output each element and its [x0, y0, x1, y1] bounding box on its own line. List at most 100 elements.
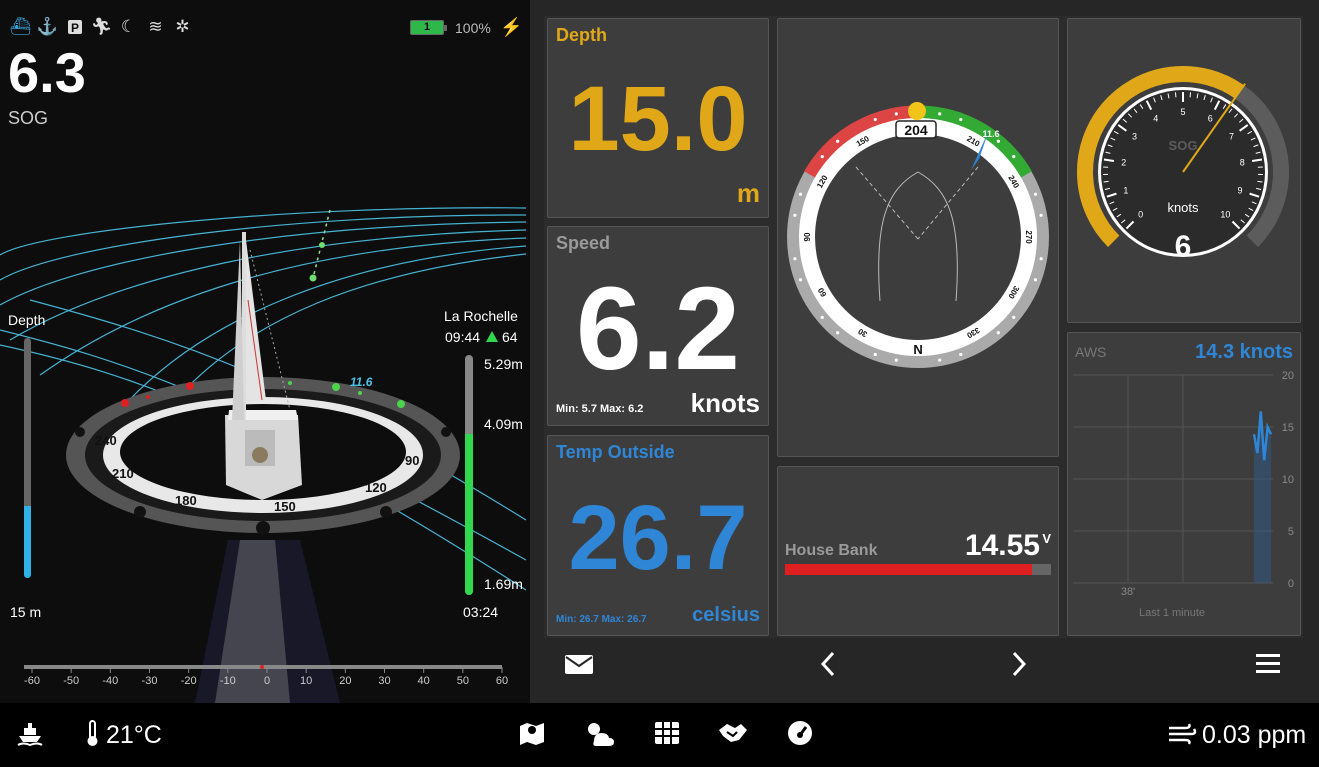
sog-gauge-widget[interactable]: 0 1 2 3 4 5 6 7 8 9 10 SOG knots 6 — [1067, 18, 1301, 323]
boat-view-button[interactable] — [14, 717, 46, 749]
dashboard-button[interactable] — [784, 717, 816, 749]
gauge-tick-label: 9 — [1238, 186, 1243, 196]
house-bank-unit: V — [1042, 531, 1051, 546]
mail-button[interactable] — [562, 648, 596, 680]
ruler-label: -20 — [181, 675, 197, 687]
next-button[interactable] — [1002, 648, 1036, 680]
gauge-minor-tick — [1103, 180, 1109, 183]
depth-widget-unit: m — [736, 178, 760, 208]
depth-bar-fill — [24, 506, 31, 578]
grid-icon — [655, 722, 679, 744]
man-overboard-icon[interactable]: 🏃︎ — [91, 16, 113, 37]
svg-text:P: P — [71, 21, 79, 35]
ship-icon[interactable]: ⛴ — [10, 16, 32, 37]
dashboard: Depth 15.0 m Speed 6.2 Min: 5.7 Max: 6.2… — [530, 0, 1319, 703]
menu-button[interactable] — [1251, 648, 1285, 680]
compass-tick-dot — [836, 139, 840, 143]
speed-widget-minmax: Min: 5.7 Max: 6.2 — [556, 403, 644, 415]
previous-button[interactable] — [811, 648, 845, 680]
battery-indicator: 1 — [410, 20, 447, 35]
tide-bar-fill — [465, 434, 473, 595]
grid-button[interactable] — [651, 717, 683, 749]
weather-icon — [588, 723, 614, 746]
handshake-icon — [719, 724, 747, 742]
svg-text:90: 90 — [405, 453, 419, 468]
satellite-icon[interactable]: ✲ — [172, 16, 193, 37]
aws-footer: Last 1 minute — [1139, 607, 1205, 619]
aws-chart: AWS 14.3 knots 20 15 10 5 0 38' Last 1 minut… — [1073, 341, 1294, 619]
tide-bar — [465, 355, 473, 595]
house-bank-bar — [785, 564, 1051, 575]
boat-3d-view[interactable]: 180 150 210 120 240 90 11.6 -60 -50 -40 -30 -20-… — [0, 0, 530, 703]
compass-tick-dot — [1012, 155, 1016, 159]
ruler-label: 0 — [264, 675, 270, 687]
gauge-minor-tick — [1257, 180, 1263, 183]
weather-button[interactable] — [584, 717, 616, 749]
map-button[interactable] — [516, 717, 548, 749]
moon-icon[interactable]: ☾ — [118, 16, 139, 37]
status-icons: ⛴ ⚓ P 🏃︎ ☾ ≋ ✲ — [10, 16, 193, 37]
sog-gauge: 0 1 2 3 4 5 6 7 8 9 10 SOG knots 6 — [1077, 66, 1289, 263]
tide-rising-icon — [486, 331, 498, 342]
compass-tick-dot — [793, 257, 797, 261]
compass-tick-dot — [793, 213, 797, 217]
compass-tick-dot — [873, 352, 877, 357]
aws-value: 14.3 knots — [1195, 341, 1293, 363]
depth-label: Depth — [8, 312, 46, 328]
compass-tick-dot — [959, 117, 963, 122]
temp-widget-value: 26.7 — [568, 487, 748, 589]
dashboard-icon — [788, 721, 812, 745]
ruler-label: 50 — [457, 675, 469, 687]
depth-widget[interactable]: Depth 15.0 m — [547, 18, 769, 218]
autopilot-button[interactable] — [717, 717, 749, 749]
bottom-bar: 21°C 0.03 ppm — [0, 703, 1319, 767]
sog-gauge-value: 6 — [1175, 230, 1192, 263]
svg-text:11.6: 11.6 — [350, 375, 373, 389]
svg-text:120: 120 — [365, 480, 387, 495]
aws-y-tick-label: 5 — [1288, 526, 1294, 538]
ruler-label: 10 — [300, 675, 312, 687]
aws-y-tick-label: 20 — [1282, 370, 1294, 382]
gauge-tick-label: 7 — [1229, 132, 1234, 142]
aws-y-tick-label: 15 — [1282, 422, 1294, 434]
compass-tick-dot — [1039, 213, 1043, 217]
temp-widget[interactable]: Temp Outside 26.7 Min: 26.7 Max: 26.7 ce… — [547, 435, 769, 636]
waves-icon[interactable]: ≋ — [145, 16, 166, 37]
house-bank-bar-fill — [785, 564, 1033, 575]
depth-widget-value: 15.0 — [568, 68, 748, 170]
depth-bar — [24, 338, 31, 578]
air-quality-value: 0.03 ppm — [1202, 721, 1307, 749]
battery-percent: 100% — [455, 20, 491, 36]
house-bank-widget[interactable]: House Bank 14.55 V — [777, 466, 1059, 636]
chevron-right-icon — [1012, 651, 1027, 677]
gauge-tick-label: 1 — [1123, 186, 1128, 196]
compass-tick-dot — [820, 155, 824, 159]
depth-widget-title: Depth — [556, 25, 607, 45]
compass-tick-dot — [996, 331, 1000, 335]
compass-tick-dot — [836, 331, 840, 335]
anchor-icon[interactable]: ⚓ — [37, 16, 58, 37]
gauge-tick-label: 10 — [1220, 209, 1230, 219]
house-bank-value: 14.55 — [964, 529, 1040, 562]
aws-chart-widget[interactable]: AWS 14.3 knots 20 15 10 5 0 38' Last 1 minut… — [1067, 332, 1301, 636]
sog-value: 6.3 — [8, 41, 86, 104]
wind-compass-widget[interactable]: 180210240270300330N306090120150 204 11.6 — [777, 18, 1059, 457]
speed-widget[interactable]: Speed 6.2 Min: 5.7 Max: 6.2 knots — [547, 226, 769, 426]
mail-icon — [565, 655, 593, 674]
compass-tick-dot — [938, 112, 942, 116]
house-bank-title: House Bank — [785, 542, 878, 559]
chevron-left-icon — [820, 651, 835, 677]
outside-temperature: 21°C — [106, 721, 162, 749]
compass-tick-dot — [959, 352, 963, 357]
compass-tick-dot — [820, 315, 824, 319]
compass-tick-dot — [938, 358, 942, 362]
svg-text:180: 180 — [175, 493, 197, 508]
gauge-tick-label: 8 — [1240, 158, 1245, 168]
parking-icon[interactable]: P — [64, 16, 85, 37]
ruler-label: 20 — [339, 675, 351, 687]
speed-widget-unit: knots — [690, 388, 760, 418]
ship-icon — [17, 723, 43, 746]
temp-widget-minmax: Min: 26.7 Max: 26.7 — [556, 614, 647, 625]
compass-tick-dot — [873, 117, 877, 122]
ruler-label: 30 — [378, 675, 390, 687]
